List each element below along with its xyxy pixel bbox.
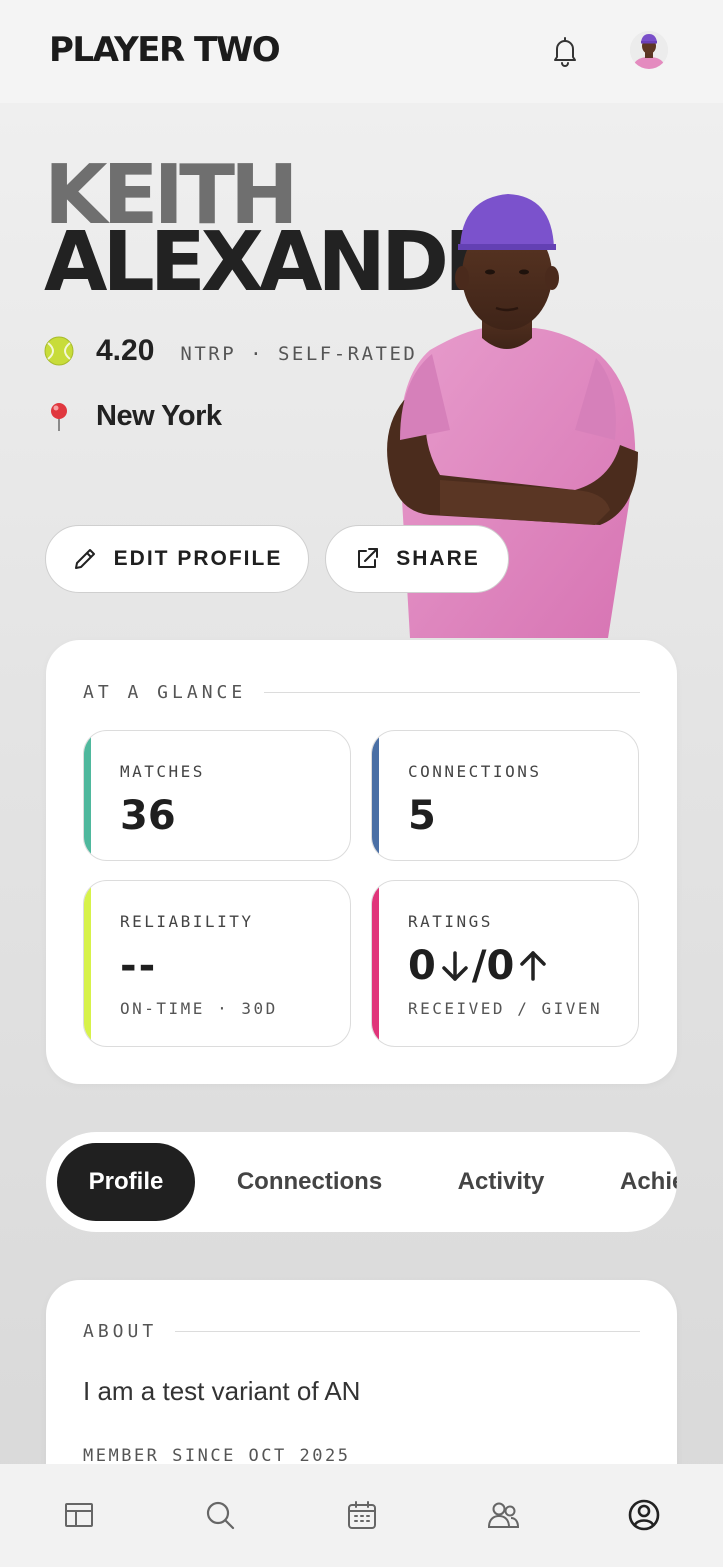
share-label: SHARE [396,547,480,570]
stat-matches[interactable]: MATCHES 36 [83,730,351,861]
stat-reliability[interactable]: RELIABILITY -- ON-TIME · 30D [83,880,351,1047]
stat-sublabel: ON-TIME · 30D [120,999,278,1018]
stat-label: RATINGS [408,912,493,931]
stat-value: 0 / 0 [408,943,548,989]
stat-sublabel: RECEIVED / GIVEN [408,999,603,1018]
tab-profile[interactable]: Profile [57,1143,195,1221]
bell-icon[interactable] [548,34,582,68]
edit-profile-button[interactable]: EDIT PROFILE [45,525,309,593]
account-icon[interactable] [627,1498,661,1532]
section-header: ABOUT [83,1321,640,1342]
stat-value: 36 [120,793,176,839]
section-title: AT A GLANCE [83,682,247,703]
accent-bar [84,881,91,1046]
tab-achievements[interactable]: Achievements [606,1143,677,1221]
ratings-separator: / [471,943,487,989]
section-header: AT A GLANCE [83,682,640,703]
rating-value: 4.20 [96,334,155,367]
bottom-nav [0,1464,723,1567]
location-row: New York [44,400,222,433]
location-value: New York [96,400,222,432]
stat-ratings[interactable]: RATINGS 0 / 0 RECEIVED / GIVEN [371,880,639,1047]
rating-label: NTRP · SELF-RATED [180,343,418,365]
stat-value: -- [120,943,158,989]
pin-icon [51,402,67,431]
people-icon[interactable] [486,1498,520,1532]
at-a-glance-card: AT A GLANCE MATCHES 36 CONNECTIONS 5 REL… [46,640,677,1084]
accent-bar [372,881,379,1046]
top-bar: PLAYER TWO [0,0,723,103]
ratings-received: 0 [408,943,436,989]
stat-value: 5 [408,793,436,839]
profile-tabs: Profile Connections Activity Achievement… [46,1132,677,1232]
arrow-down-icon [442,951,468,981]
search-icon[interactable] [203,1498,237,1532]
tab-activity[interactable]: Activity [442,1143,560,1221]
divider [264,691,640,694]
edit-profile-label: EDIT PROFILE [113,547,283,570]
pencil-icon [74,549,95,569]
divider [175,1330,640,1333]
tennis-ball-icon [44,336,74,366]
about-text: I am a test variant of AN [83,1376,361,1406]
section-title: ABOUT [83,1321,158,1342]
member-since: MEMBER SINCE OCT 2025 [83,1446,351,1466]
accent-bar [372,731,379,860]
accent-bar [84,731,91,860]
calendar-icon[interactable] [345,1498,379,1532]
share-button[interactable]: SHARE [325,525,509,593]
stat-label: RELIABILITY [120,912,254,931]
ratings-given: 0 [486,943,515,989]
stat-connections[interactable]: CONNECTIONS 5 [371,730,639,861]
avatar[interactable] [630,31,668,69]
stat-label: MATCHES [120,762,205,781]
tab-connections[interactable]: Connections [222,1143,397,1221]
dashboard-icon[interactable] [62,1498,96,1532]
arrow-up-icon [520,951,547,981]
external-link-icon [358,548,379,568]
app-logo[interactable]: PLAYER TWO [49,30,281,70]
rating-row: 4.20 NTRP · SELF-RATED [44,334,417,368]
stat-label: CONNECTIONS [408,762,542,781]
